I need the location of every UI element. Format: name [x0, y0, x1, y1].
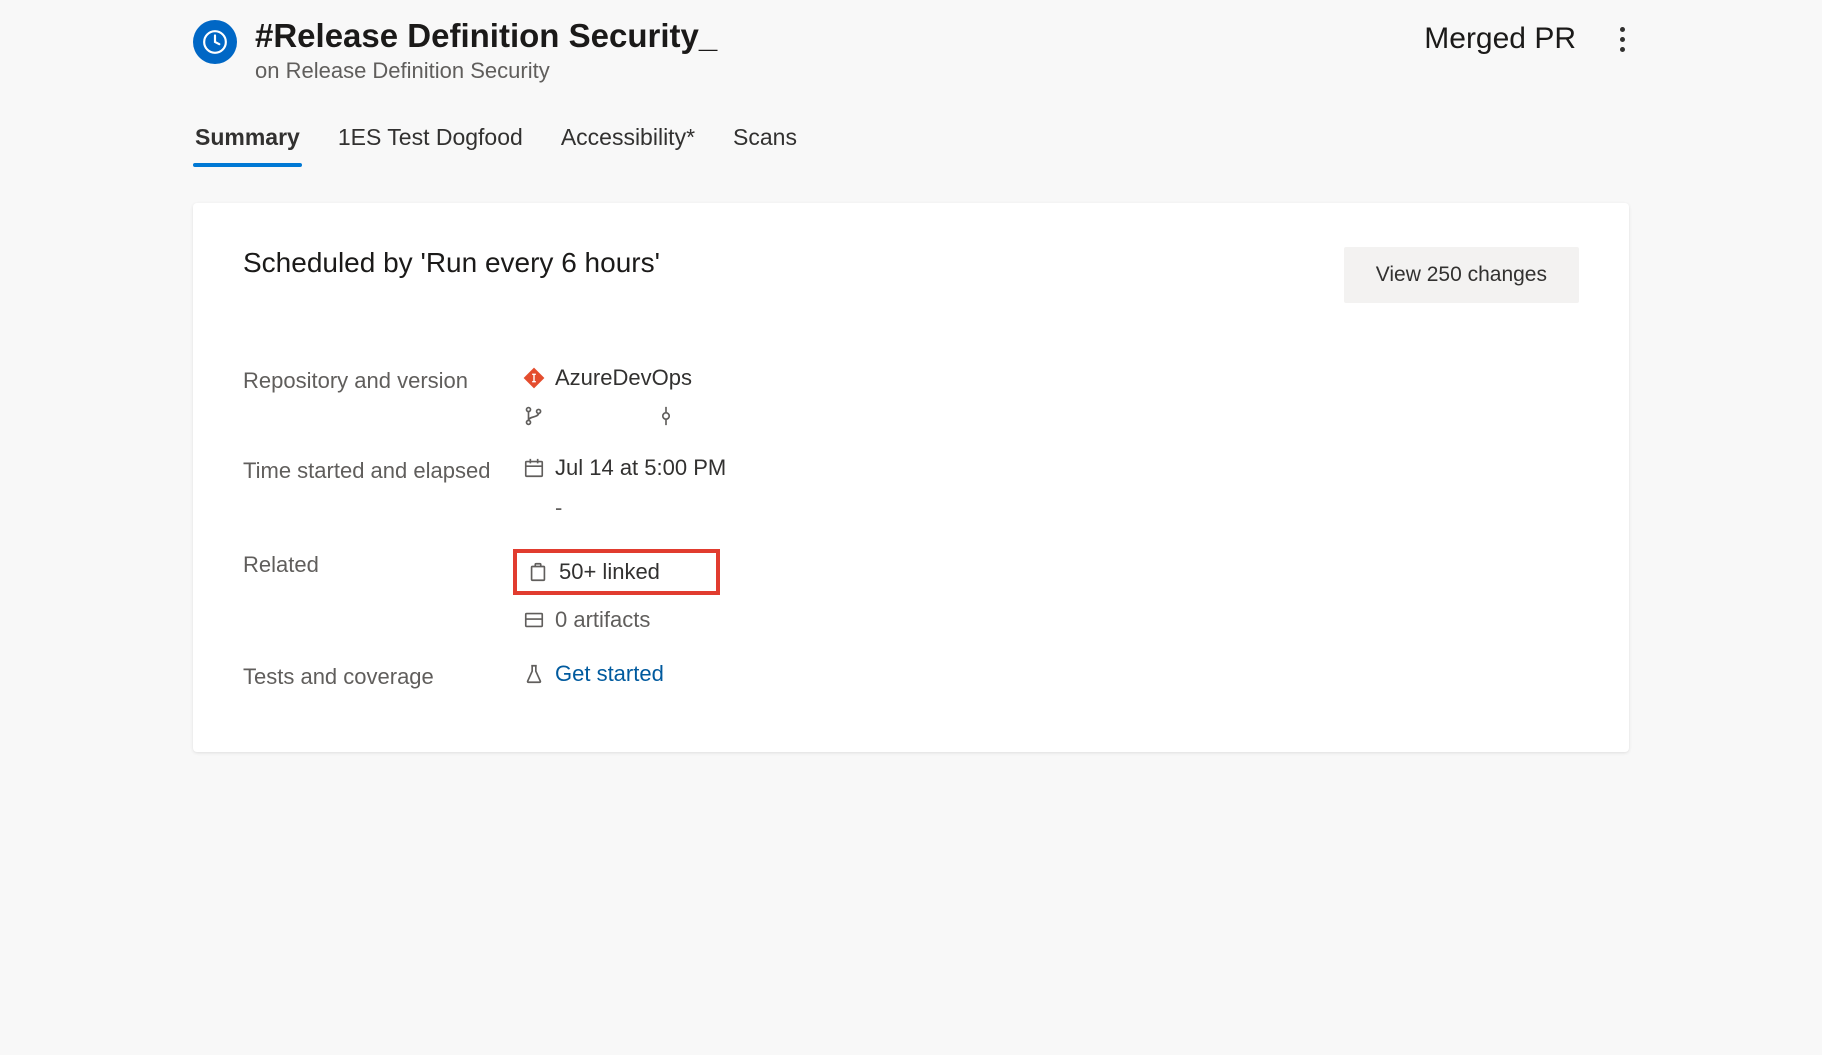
label-time: Time started and elapsed	[243, 455, 503, 487]
commit-icon	[655, 405, 677, 427]
value-time: Jul 14 at 5:00 PM -	[523, 455, 1143, 521]
calendar-icon	[523, 457, 545, 479]
tab-accessibility[interactable]: Accessibility*	[559, 124, 697, 165]
details-grid: Repository and version AzureDevOps	[243, 365, 1143, 693]
elapsed-text: -	[555, 495, 562, 521]
page-subtitle: on Release Definition Security	[255, 58, 1406, 84]
value-tests: Get started	[523, 661, 1143, 687]
label-related: Related	[243, 549, 503, 581]
more-actions-button[interactable]	[1616, 23, 1629, 56]
clock-icon	[193, 20, 237, 64]
page-header: #Release Definition Security_ on Release…	[193, 10, 1629, 102]
linked-items-link[interactable]: 50+ linked	[559, 559, 660, 585]
subtitle-link[interactable]: Release Definition Security	[286, 58, 550, 83]
tab-1es-test-dogfood[interactable]: 1ES Test Dogfood	[336, 124, 525, 165]
view-changes-button[interactable]: View 250 changes	[1344, 247, 1579, 303]
tests-get-started-link[interactable]: Get started	[555, 661, 664, 687]
related-highlight: 50+ linked	[513, 549, 720, 595]
label-repo-version: Repository and version	[243, 365, 503, 397]
scheduled-name: Run every 6 hours	[426, 247, 655, 278]
branch-icon	[523, 405, 545, 427]
scheduled-prefix: Scheduled by '	[243, 247, 426, 278]
status-text: Merged PR	[1424, 22, 1576, 56]
header-right: Merged PR	[1424, 22, 1629, 56]
artifacts-link[interactable]: 0 artifacts	[555, 607, 650, 633]
time-started-text: Jul 14 at 5:00 PM	[555, 455, 726, 481]
page-title: #Release Definition Security_	[255, 16, 1406, 56]
git-repo-icon	[523, 367, 545, 389]
workitem-icon	[527, 561, 549, 583]
summary-card: Scheduled by 'Run every 6 hours' View 25…	[193, 203, 1629, 753]
tab-bar: Summary 1ES Test Dogfood Accessibility* …	[193, 124, 1629, 165]
subtitle-prefix: on	[255, 58, 286, 83]
tab-summary[interactable]: Summary	[193, 124, 302, 165]
repo-link[interactable]: AzureDevOps	[555, 365, 692, 391]
value-repo-version: AzureDevOps	[523, 365, 1143, 427]
value-related: 50+ linked 0 artifacts	[523, 549, 1143, 633]
card-header: Scheduled by 'Run every 6 hours' View 25…	[243, 247, 1579, 303]
header-titles: #Release Definition Security_ on Release…	[255, 16, 1406, 84]
scheduled-by-text: Scheduled by 'Run every 6 hours'	[243, 247, 660, 279]
scheduled-suffix: '	[655, 247, 660, 278]
label-tests: Tests and coverage	[243, 661, 503, 693]
tab-scans[interactable]: Scans	[731, 124, 799, 165]
flask-icon	[523, 663, 545, 685]
artifact-icon	[523, 609, 545, 631]
